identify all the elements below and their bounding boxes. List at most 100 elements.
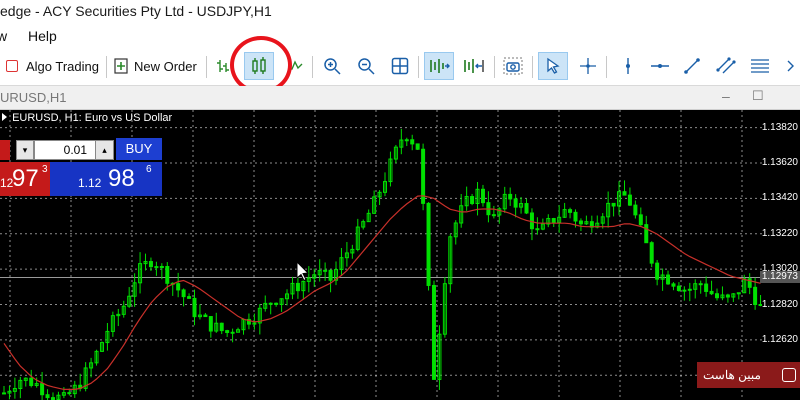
buy-button[interactable]: BUY	[116, 138, 162, 160]
candle-body	[682, 289, 687, 292]
cursor-icon	[545, 57, 561, 75]
price-axis: 1.13820 1.13620 1.13420 1.13220 1.13020 1.128…	[760, 110, 800, 400]
candle-body	[568, 209, 573, 213]
watermark-text: مبین هاست	[703, 368, 761, 382]
candle-body	[410, 139, 415, 145]
candle-body	[181, 289, 186, 298]
bar-chart-icon	[216, 58, 230, 74]
candle-body	[671, 283, 676, 287]
toolbar-separator	[606, 56, 607, 78]
buy-price-sup: 6	[146, 164, 152, 175]
minimize-button[interactable]: ‒	[722, 88, 730, 104]
candle-body	[45, 394, 50, 399]
candle-body	[431, 284, 436, 380]
channel-button[interactable]	[714, 52, 738, 80]
algo-trading-label: Algo Trading	[26, 58, 99, 74]
watermark-logo: مبین هاست	[697, 362, 800, 388]
candle-body	[725, 294, 730, 298]
horizontal-line-icon	[650, 61, 670, 71]
candle-body	[323, 269, 328, 272]
sell-price-button[interactable]: 12 97 3	[0, 162, 50, 196]
trendline-icon	[683, 57, 701, 75]
zoom-in-button[interactable]	[320, 52, 344, 80]
lot-size-input[interactable]: 0.01 ▴	[34, 140, 114, 160]
vertical-line-button[interactable]	[616, 52, 640, 80]
candle-body	[655, 262, 660, 280]
sell-price-big: 97	[12, 165, 39, 192]
candle-body	[187, 296, 192, 299]
candle-body	[627, 194, 632, 206]
chart-window-title: URUSD,H1	[0, 90, 67, 105]
candle-body	[159, 266, 164, 269]
sell-label-edge[interactable]	[0, 140, 10, 160]
lot-decrease-button[interactable]: ▾	[16, 140, 34, 160]
toolbar-overflow-button[interactable]	[782, 52, 800, 80]
price-axis-label: 1.12620	[761, 333, 798, 345]
menu-item-help[interactable]: Help	[28, 28, 57, 44]
collapse-arrow-icon	[2, 113, 7, 121]
vertical-line-icon	[622, 57, 634, 75]
crosshair-button[interactable]	[576, 52, 600, 80]
zoom-out-icon	[357, 57, 375, 75]
horizontal-line-button[interactable]	[648, 52, 672, 80]
candle-body	[274, 302, 279, 305]
chart-title-text: EURUSD, H1: Euro vs US Dollar	[12, 112, 173, 124]
candle-body	[328, 269, 333, 281]
price-chart[interactable]: EURUSD, H1: Euro vs US Dollar ▾ 0.01 ▴ B…	[0, 110, 800, 400]
toolbar-separator	[312, 56, 313, 78]
algo-trading-button[interactable]: Algo Trading	[0, 52, 102, 80]
candle-body	[268, 302, 273, 305]
candle-body	[676, 285, 681, 292]
candle-body	[687, 288, 692, 291]
candle-body	[203, 314, 208, 318]
new-order-button[interactable]: New Order	[112, 52, 202, 80]
trendline-button[interactable]	[680, 52, 704, 80]
candle-body	[29, 377, 34, 386]
window-title: edge - ACY Securities Pty Ltd - USDJPY,H…	[0, 3, 272, 19]
chart-symbol-label: EURUSD, H1: Euro vs US Dollar	[2, 112, 172, 124]
tile-windows-button[interactable]	[388, 52, 412, 80]
screenshot-button[interactable]	[500, 52, 526, 80]
candle-body	[666, 274, 671, 285]
price-axis-label: 1.13220	[761, 227, 798, 239]
candle-body	[148, 261, 153, 268]
sell-price-sup: 3	[42, 164, 48, 175]
zoom-in-icon	[323, 57, 341, 75]
current-price-label: 1.12973	[760, 271, 800, 284]
candle-body	[176, 283, 181, 291]
toolbar-separator	[494, 56, 495, 78]
cursor-tool-button[interactable]	[538, 52, 568, 80]
chart-shift-button[interactable]	[424, 52, 454, 80]
crosshair-icon	[579, 57, 597, 75]
toolbar-separator	[418, 56, 419, 78]
maximize-button[interactable]: ☐	[752, 88, 764, 104]
candle-body	[208, 316, 213, 332]
candle-body	[192, 297, 197, 318]
candle-body	[524, 203, 529, 214]
fibonacci-button[interactable]	[748, 52, 772, 80]
candle-body	[219, 322, 224, 332]
candle-body	[622, 191, 627, 196]
candle-body	[230, 331, 235, 334]
new-order-icon	[114, 58, 128, 74]
candle-body	[535, 228, 540, 231]
lot-size-value: 0.01	[63, 143, 87, 157]
mouse-cursor-icon	[296, 260, 310, 286]
candle-body	[165, 266, 170, 284]
menu-item-view[interactable]: w	[0, 28, 7, 44]
zoom-out-button[interactable]	[354, 52, 378, 80]
buy-price-prefix: 1.12	[78, 176, 102, 190]
watermark-logo-icon	[782, 368, 796, 382]
candle-body	[649, 242, 654, 264]
candle-body	[704, 283, 709, 292]
candle-body	[470, 196, 475, 205]
auto-scroll-button[interactable]	[460, 52, 486, 80]
window-title-bar: edge - ACY Securities Pty Ltd - USDJPY,H…	[0, 0, 800, 24]
candle-body	[2, 392, 6, 395]
lot-increase-button[interactable]: ▴	[95, 141, 113, 159]
one-click-trading-panel: ▾ 0.01 ▴ BUY 12 97 3 1.12 98 6	[0, 138, 162, 196]
channel-icon	[716, 57, 736, 75]
buy-price-button[interactable]: 1.12 98 6	[50, 162, 162, 196]
camera-icon	[503, 57, 523, 75]
candle-body	[513, 198, 518, 208]
